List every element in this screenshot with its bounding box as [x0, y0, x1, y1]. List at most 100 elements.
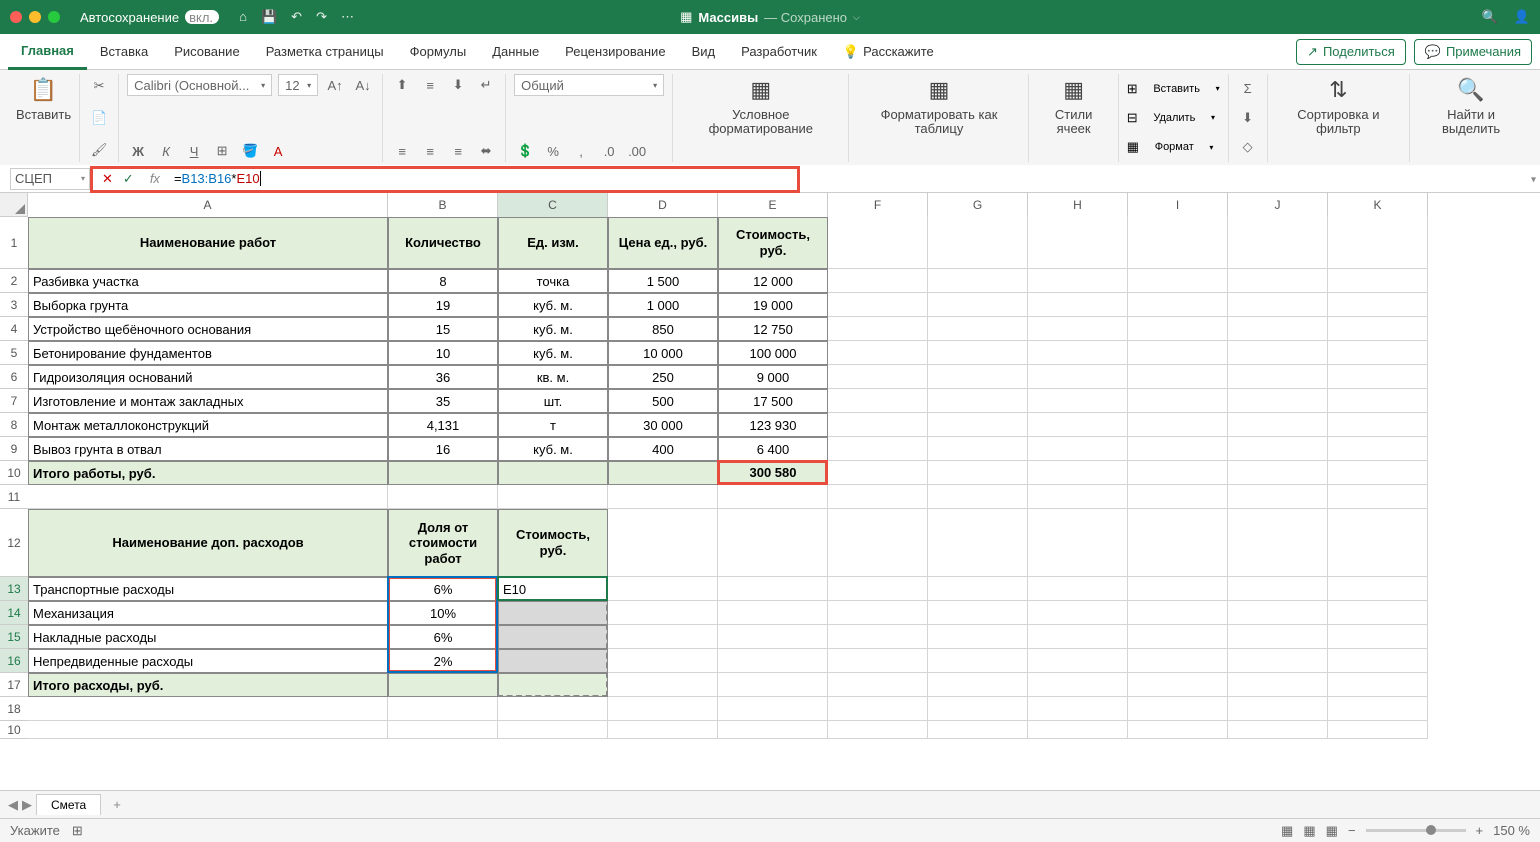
table-cell[interactable]	[498, 649, 608, 673]
table-cell[interactable]: 35	[388, 389, 498, 413]
add-sheet-icon[interactable]: +	[105, 797, 129, 812]
zoom-out-icon[interactable]: −	[1348, 823, 1356, 838]
cell[interactable]	[1028, 293, 1128, 317]
cell[interactable]	[1028, 461, 1128, 485]
format-painter-icon[interactable]: 🖌	[88, 139, 110, 161]
cell[interactable]	[1128, 509, 1228, 577]
table-cell[interactable]: 36	[388, 365, 498, 389]
cell[interactable]	[928, 413, 1028, 437]
row-header[interactable]: 6	[0, 365, 28, 389]
cell[interactable]	[388, 697, 498, 721]
cell[interactable]	[718, 697, 828, 721]
cell[interactable]	[1128, 673, 1228, 697]
cell[interactable]	[828, 625, 928, 649]
cell[interactable]	[1228, 365, 1328, 389]
cell[interactable]	[1228, 341, 1328, 365]
autosum-icon[interactable]: Σ	[1237, 78, 1259, 100]
tab-draw[interactable]: Рисование	[161, 34, 252, 70]
column-header[interactable]: K	[1328, 193, 1428, 217]
table-cell[interactable]: куб. м.	[498, 341, 608, 365]
prev-sheet-icon[interactable]: ◀	[8, 797, 18, 813]
table-cell[interactable]: Транспортные расходы	[28, 577, 388, 601]
cell[interactable]	[608, 649, 718, 673]
cell[interactable]	[1228, 673, 1328, 697]
cell[interactable]	[1128, 649, 1228, 673]
table-cell[interactable]: 1 500	[608, 269, 718, 293]
cell[interactable]	[1128, 341, 1228, 365]
row-header[interactable]: 2	[0, 269, 28, 293]
increase-decimal-icon[interactable]: .0	[598, 140, 620, 162]
increase-font-icon[interactable]: A↑	[324, 74, 346, 96]
table-cell[interactable]: 12 000	[718, 269, 828, 293]
cell[interactable]	[1228, 437, 1328, 461]
cell[interactable]	[608, 509, 718, 577]
cell[interactable]	[388, 721, 498, 739]
clear-icon[interactable]: ◇	[1237, 136, 1259, 158]
row-header[interactable]: 13	[0, 577, 28, 601]
table-cell[interactable]: 4,131	[388, 413, 498, 437]
column-header[interactable]: B	[388, 193, 498, 217]
cell[interactable]	[1028, 485, 1128, 509]
total-cell[interactable]: 300 580	[718, 461, 828, 485]
name-box[interactable]: СЦЕП▾	[10, 168, 90, 190]
column-header[interactable]: E	[718, 193, 828, 217]
cell[interactable]	[498, 485, 608, 509]
table-header[interactable]: Цена ед., руб.	[608, 217, 718, 269]
table-cell[interactable]: 9 000	[718, 365, 828, 389]
table-header[interactable]: Наименование работ	[28, 217, 388, 269]
table-cell[interactable]	[498, 625, 608, 649]
cell[interactable]	[718, 509, 828, 577]
cell[interactable]	[828, 697, 928, 721]
find-select-button[interactable]: 🔍Найти и выделить	[1418, 74, 1524, 137]
cell[interactable]	[828, 485, 928, 509]
cell[interactable]	[1128, 269, 1228, 293]
cell[interactable]	[828, 601, 928, 625]
cell[interactable]	[1128, 461, 1228, 485]
row-header[interactable]: 9	[0, 437, 28, 461]
cell[interactable]	[608, 673, 718, 697]
zoom-in-icon[interactable]: +	[1476, 823, 1484, 838]
maximize-icon[interactable]	[48, 11, 60, 23]
tab-layout[interactable]: Разметка страницы	[253, 34, 397, 70]
more-icon[interactable]: ⋯	[341, 9, 354, 25]
tab-developer[interactable]: Разработчик	[728, 34, 830, 70]
row-header[interactable]: 5	[0, 341, 28, 365]
cell[interactable]	[608, 485, 718, 509]
cell[interactable]	[608, 577, 718, 601]
cell[interactable]	[828, 317, 928, 341]
table-cell[interactable]: 8	[388, 269, 498, 293]
cell[interactable]	[1128, 577, 1228, 601]
table-cell[interactable]: шт.	[498, 389, 608, 413]
cell[interactable]	[1128, 389, 1228, 413]
table-cell[interactable]: 2%	[388, 649, 498, 673]
table-header[interactable]: Количество	[388, 217, 498, 269]
column-header[interactable]: I	[1128, 193, 1228, 217]
row-header[interactable]: 12	[0, 509, 28, 577]
table-cell[interactable]: 1 000	[608, 293, 718, 317]
cell[interactable]	[1228, 461, 1328, 485]
cell[interactable]	[928, 217, 1028, 269]
row-header[interactable]: 10	[0, 461, 28, 485]
delete-cells-button[interactable]: ⊟ Удалить ▾	[1127, 110, 1220, 126]
table-cell[interactable]: 15	[388, 317, 498, 341]
table-cell[interactable]: Механизация	[28, 601, 388, 625]
cell[interactable]	[718, 721, 828, 739]
cell[interactable]	[498, 721, 608, 739]
collapse-formula-icon[interactable]: ▾	[1531, 174, 1536, 185]
table-cell[interactable]: E10	[498, 577, 608, 601]
cell[interactable]	[1128, 365, 1228, 389]
zoom-slider[interactable]	[1366, 829, 1466, 832]
align-right-icon[interactable]: ≡	[447, 140, 469, 162]
cell[interactable]	[1028, 389, 1128, 413]
next-sheet-icon[interactable]: ▶	[22, 797, 32, 813]
table-cell[interactable]: 6 400	[718, 437, 828, 461]
table-cell[interactable]: Устройство щебёночного основания	[28, 317, 388, 341]
align-middle-icon[interactable]: ≡	[419, 74, 441, 96]
cell[interactable]	[1328, 625, 1428, 649]
total-cell[interactable]	[498, 461, 608, 485]
cell[interactable]	[1028, 577, 1128, 601]
align-bottom-icon[interactable]: ⬇	[447, 74, 469, 96]
cell[interactable]	[1028, 217, 1128, 269]
row-header[interactable]: 7	[0, 389, 28, 413]
cell[interactable]	[1328, 601, 1428, 625]
